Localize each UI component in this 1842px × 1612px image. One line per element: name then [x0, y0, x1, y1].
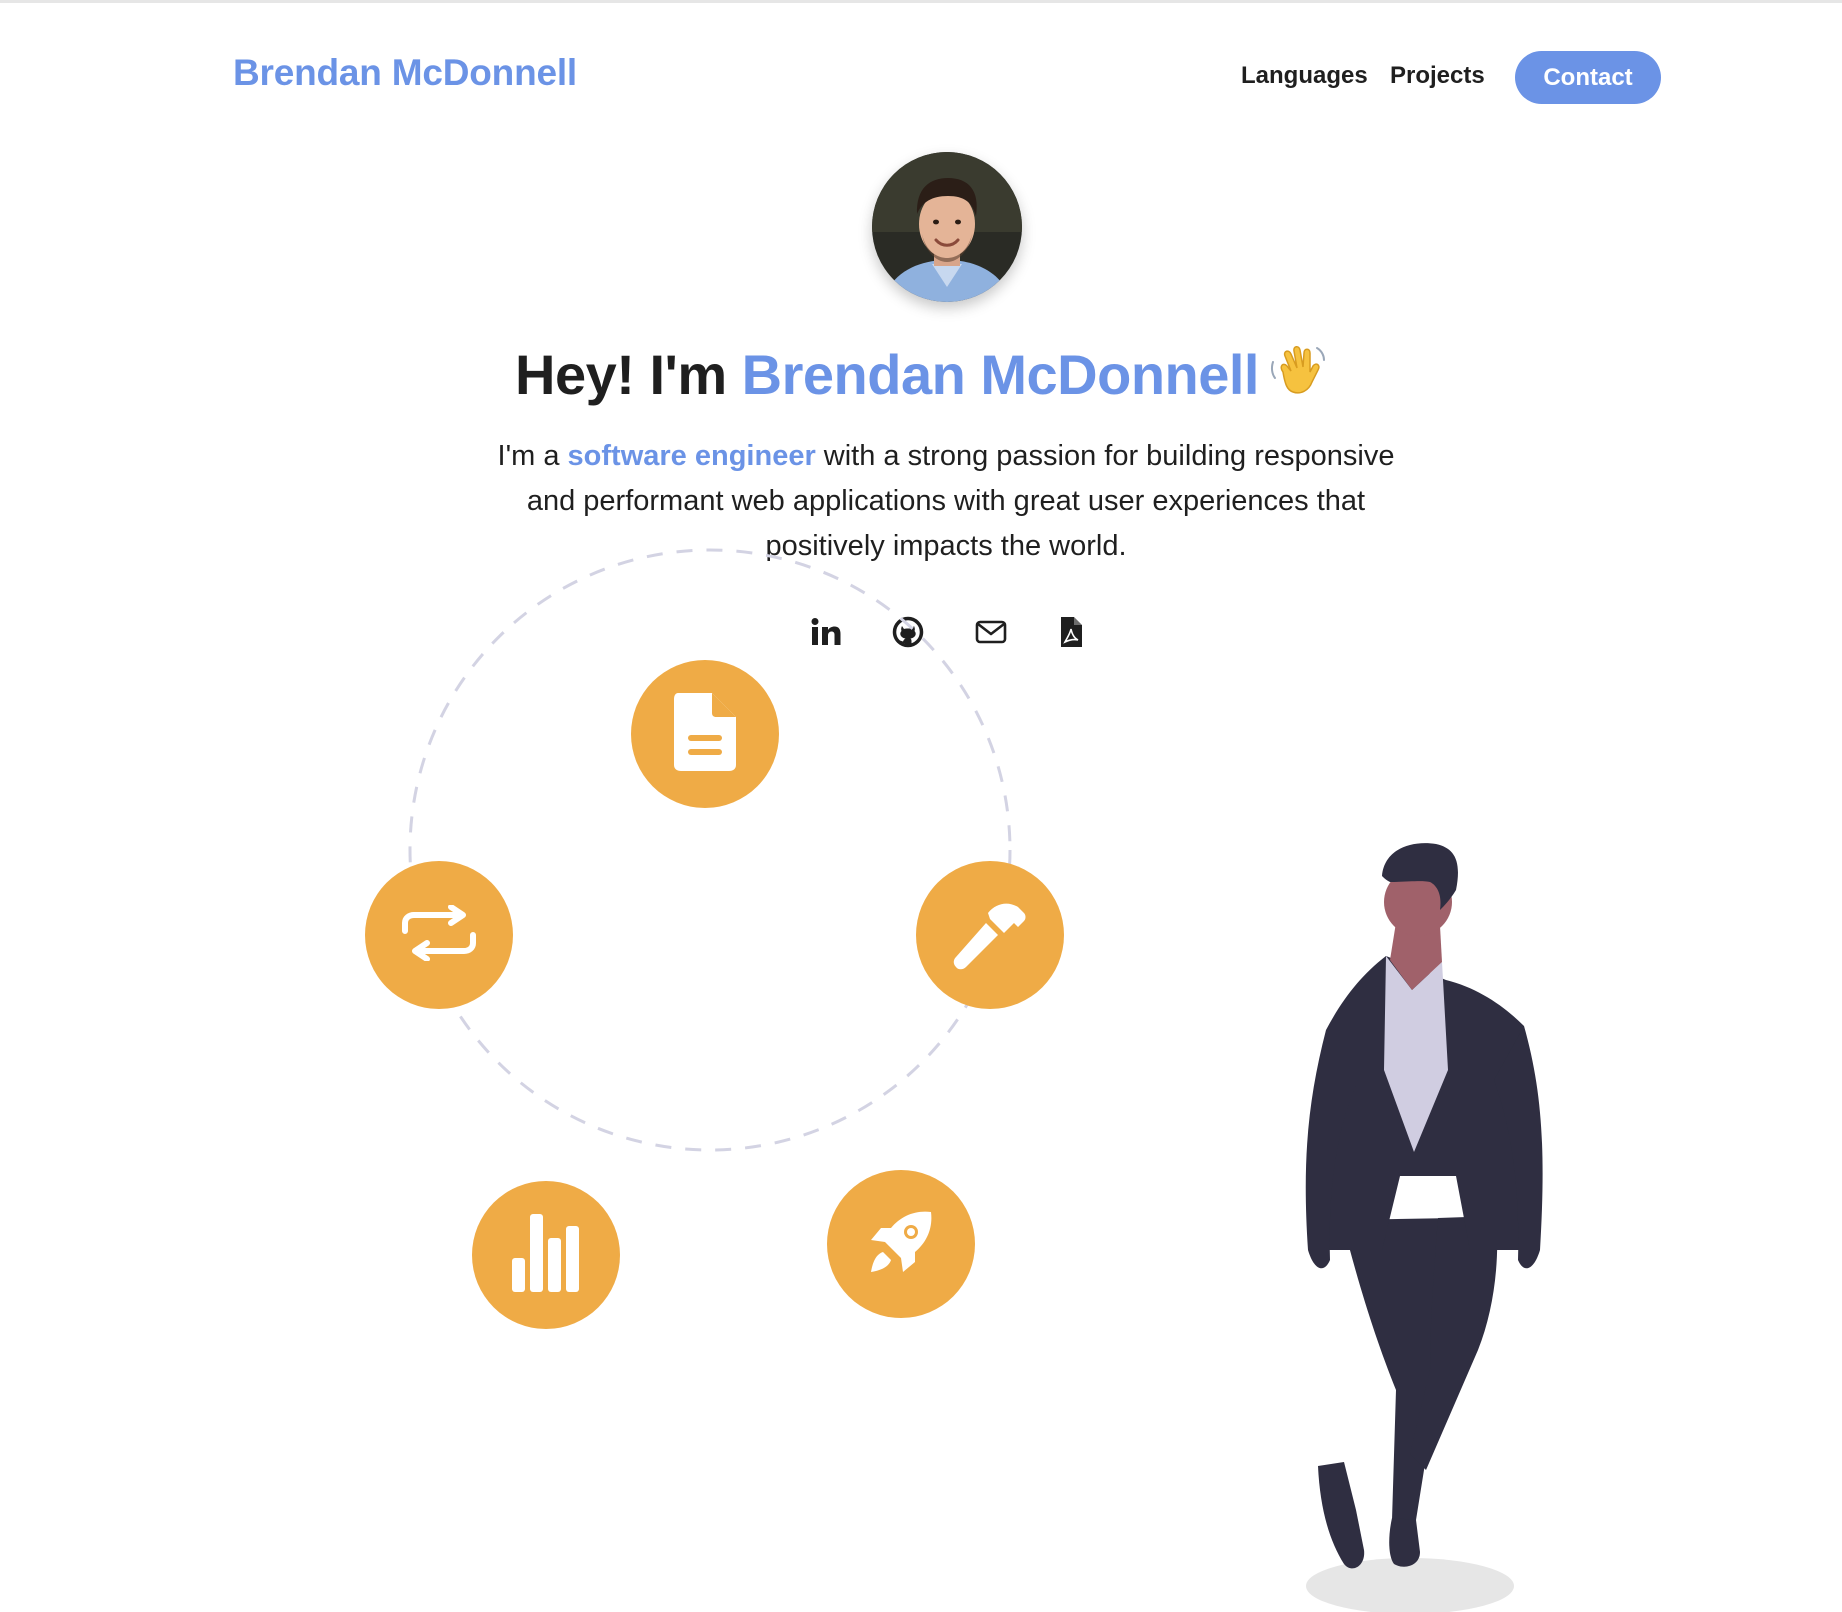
rocket-icon [865, 1206, 937, 1283]
standing-person-illustration [1305, 843, 1543, 1612]
bar-chart-icon [510, 1212, 582, 1299]
step-plan [631, 660, 779, 808]
step-iterate [365, 861, 513, 1009]
step-measure [472, 1181, 620, 1329]
hammer-icon [952, 895, 1028, 976]
document-icon [672, 691, 738, 778]
process-cycle-ring [408, 548, 1012, 1152]
repeat-icon [399, 903, 479, 966]
step-build [916, 861, 1064, 1009]
step-launch [827, 1170, 975, 1318]
